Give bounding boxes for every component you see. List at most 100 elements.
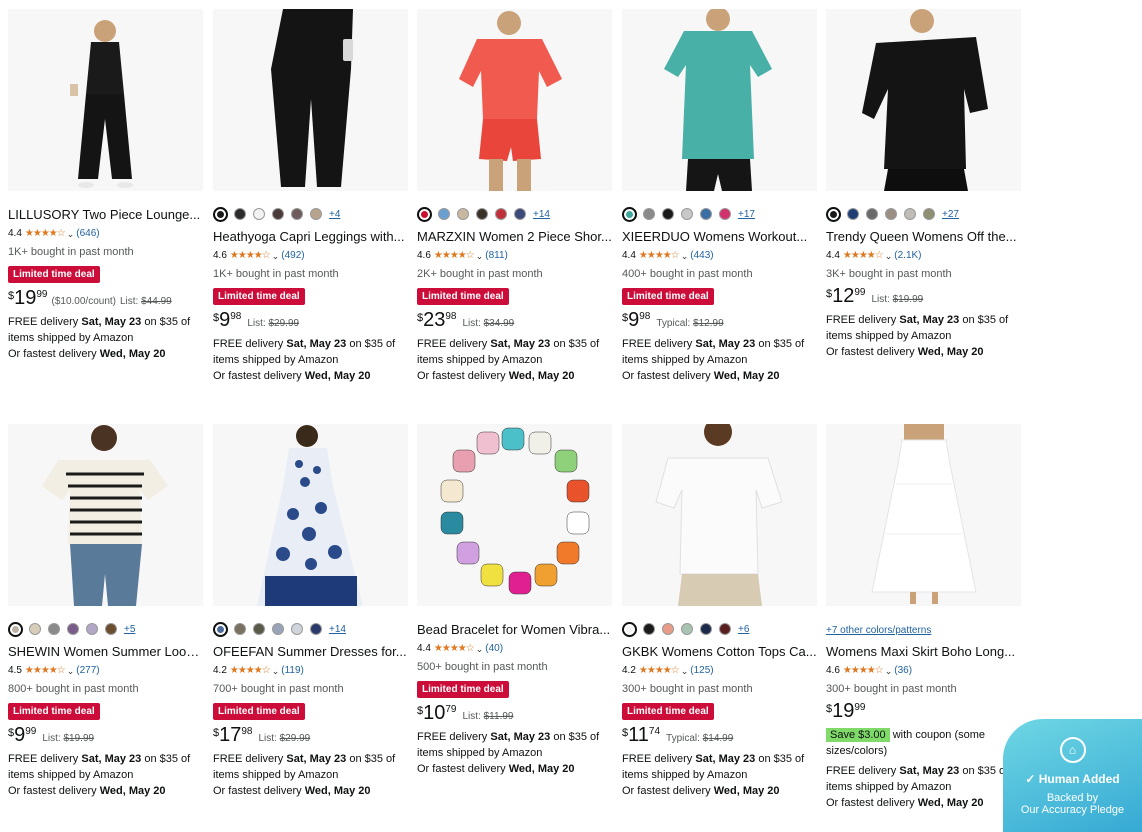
rating[interactable]: 4.5 ★★★★☆ ⌄ (277)	[8, 664, 203, 678]
color-swatch[interactable]	[67, 623, 79, 635]
chevron-down-icon[interactable]: ⌄	[67, 227, 75, 241]
product-title[interactable]: Womens Maxi Skirt Boho Long...	[826, 643, 1021, 660]
product-image[interactable]	[213, 424, 408, 606]
color-swatch[interactable]	[622, 621, 637, 637]
product-image[interactable]	[826, 9, 1021, 191]
product-card[interactable]: +27 Trendy Queen Womens Off the... 4.4 ★…	[826, 9, 1021, 360]
color-swatch[interactable]	[213, 206, 228, 222]
product-card[interactable]: +6 GKBK Womens Cotton Tops Ca... 4.2 ★★★…	[622, 424, 817, 799]
color-swatch[interactable]	[622, 206, 637, 222]
product-image[interactable]	[8, 424, 203, 606]
price[interactable]: $ 9 98 List: $29.99	[213, 310, 408, 330]
product-card[interactable]: +17 XIEERDUO Womens Workout... 4.4 ★★★★☆…	[622, 9, 817, 384]
review-count[interactable]: (646)	[76, 227, 99, 241]
color-swatch[interactable]	[457, 208, 469, 220]
color-swatch[interactable]	[234, 208, 246, 220]
product-image[interactable]	[417, 424, 612, 606]
review-count[interactable]: (125)	[690, 664, 713, 678]
product-card[interactable]: LILLUSORY Two Piece Lounge... 4.4 ★★★★☆ …	[8, 9, 203, 362]
chevron-down-icon[interactable]: ⌄	[67, 664, 75, 678]
review-count[interactable]: (443)	[690, 249, 713, 263]
rating[interactable]: 4.2 ★★★★☆ ⌄ (125)	[622, 664, 817, 678]
product-title[interactable]: GKBK Womens Cotton Tops Ca...	[622, 643, 817, 660]
rating[interactable]: 4.4 ★★★★☆ ⌄ (646)	[8, 227, 203, 241]
accuracy-pledge-badge[interactable]: ⌂ ✓ Human Added Backed by Our Accuracy Pl…	[1003, 719, 1142, 832]
color-swatch[interactable]	[417, 206, 432, 222]
color-swatch[interactable]	[923, 208, 935, 220]
product-image[interactable]	[417, 9, 612, 191]
product-image[interactable]	[8, 9, 203, 191]
price[interactable]: $ 17 98 List: $29.99	[213, 725, 408, 745]
rating[interactable]: 4.4 ★★★★☆ ⌄ (40)	[417, 642, 612, 656]
more-colors-link[interactable]: +4	[329, 209, 340, 220]
color-swatch[interactable]	[86, 623, 98, 635]
chevron-down-icon[interactable]: ⌄	[885, 664, 893, 678]
other-colors-link[interactable]: +7 other colors/patterns	[826, 625, 1021, 637]
color-swatch[interactable]	[234, 623, 246, 635]
product-card[interactable]: +14 OFEEFAN Summer Dresses for... 4.2 ★★…	[213, 424, 408, 799]
color-swatch[interactable]	[826, 206, 841, 222]
color-swatch[interactable]	[662, 208, 674, 220]
chevron-down-icon[interactable]: ⌄	[476, 642, 484, 656]
color-swatch[interactable]	[291, 208, 303, 220]
more-colors-link[interactable]: +6	[738, 624, 749, 635]
color-swatch[interactable]	[700, 208, 712, 220]
more-colors-link[interactable]: +27	[942, 209, 959, 220]
product-title[interactable]: LILLUSORY Two Piece Lounge...	[8, 206, 203, 223]
chevron-down-icon[interactable]: ⌄	[681, 249, 689, 263]
review-count[interactable]: (36)	[894, 664, 912, 678]
price[interactable]: $ 12 99 List: $19.99	[826, 286, 1021, 306]
color-swatch[interactable]	[643, 623, 655, 635]
product-image[interactable]	[622, 9, 817, 191]
color-swatch[interactable]	[253, 208, 265, 220]
product-card[interactable]: +5 SHEWIN Women Summer Loos... 4.5 ★★★★☆…	[8, 424, 203, 799]
product-title[interactable]: SHEWIN Women Summer Loos...	[8, 643, 203, 660]
more-colors-link[interactable]: +5	[124, 624, 135, 635]
color-swatch[interactable]	[681, 208, 693, 220]
chevron-down-icon[interactable]: ⌄	[476, 249, 484, 263]
chevron-down-icon[interactable]: ⌄	[681, 664, 689, 678]
price[interactable]: $ 10 79 List: $11.99	[417, 703, 612, 723]
more-colors-link[interactable]: +14	[329, 624, 346, 635]
chevron-down-icon[interactable]: ⌄	[272, 249, 280, 263]
color-swatch[interactable]	[29, 623, 41, 635]
product-card[interactable]: +14 MARZXIN Women 2 Piece Shor... 4.6 ★★…	[417, 9, 612, 384]
product-title[interactable]: MARZXIN Women 2 Piece Shor...	[417, 228, 612, 245]
review-count[interactable]: (40)	[485, 642, 503, 656]
review-count[interactable]: (492)	[281, 249, 304, 263]
color-swatch[interactable]	[438, 208, 450, 220]
product-title[interactable]: XIEERDUO Womens Workout...	[622, 228, 817, 245]
review-count[interactable]: (2.1K)	[894, 249, 921, 263]
rating[interactable]: 4.6 ★★★★☆ ⌄ (36)	[826, 664, 1021, 678]
review-count[interactable]: (119)	[281, 664, 304, 678]
color-swatch[interactable]	[310, 623, 322, 635]
price[interactable]: $ 11 74 Typical: $14.99	[622, 725, 817, 745]
color-swatch[interactable]	[885, 208, 897, 220]
product-image[interactable]	[622, 424, 817, 606]
review-count[interactable]: (277)	[76, 664, 99, 678]
review-count[interactable]: (811)	[485, 249, 508, 263]
color-swatch[interactable]	[476, 208, 488, 220]
chevron-down-icon[interactable]: ⌄	[885, 249, 893, 263]
color-swatch[interactable]	[48, 623, 60, 635]
price[interactable]: $ 23 98 List: $34.99	[417, 310, 612, 330]
chevron-down-icon[interactable]: ⌄	[272, 664, 280, 678]
product-title[interactable]: Bead Bracelet for Women Vibra...	[417, 621, 612, 638]
price[interactable]: $ 19 99 ($10.00/count) List: $44.99	[8, 288, 203, 308]
product-card[interactable]: +4 Heathyoga Capri Leggings with... 4.6 …	[213, 9, 408, 384]
color-swatch[interactable]	[847, 208, 859, 220]
product-title[interactable]: Trendy Queen Womens Off the...	[826, 228, 1021, 245]
color-swatch[interactable]	[8, 621, 23, 637]
color-swatch[interactable]	[514, 208, 526, 220]
color-swatch[interactable]	[291, 623, 303, 635]
rating[interactable]: 4.6 ★★★★☆ ⌄ (492)	[213, 249, 408, 263]
color-swatch[interactable]	[105, 623, 117, 635]
color-swatch[interactable]	[253, 623, 265, 635]
color-swatch[interactable]	[495, 208, 507, 220]
color-swatch[interactable]	[272, 208, 284, 220]
color-swatch[interactable]	[904, 208, 916, 220]
color-swatch[interactable]	[662, 623, 674, 635]
color-swatch[interactable]	[272, 623, 284, 635]
rating[interactable]: 4.4 ★★★★☆ ⌄ (2.1K)	[826, 249, 1021, 263]
product-card[interactable]: +7 other colors/patterns Womens Maxi Ski…	[826, 424, 1021, 811]
